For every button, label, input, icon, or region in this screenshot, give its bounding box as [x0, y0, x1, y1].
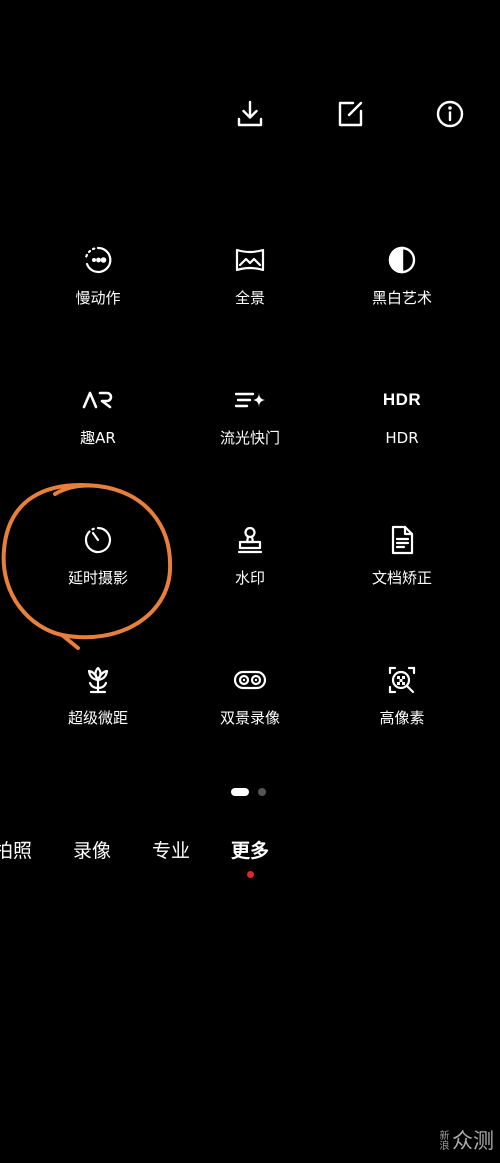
- mode-slow-motion[interactable]: 慢动作: [23, 240, 173, 320]
- light-trail-shutter-icon: [234, 392, 265, 408]
- mode-label: 高像素: [379, 709, 425, 727]
- document-icon: [391, 525, 414, 555]
- download-icon: [237, 100, 263, 127]
- mode-label: 慢动作: [75, 289, 121, 307]
- mode-black-white[interactable]: 黑白艺术: [327, 240, 477, 320]
- mode-label: 全景: [234, 289, 265, 307]
- site-watermark: 新浪 众测: [437, 1125, 494, 1155]
- watermark-stamp-icon: [237, 526, 263, 554]
- mode-watermark[interactable]: 水印: [175, 520, 325, 600]
- page-dot: [258, 788, 266, 796]
- mode-timelapse[interactable]: 延时摄影: [23, 520, 173, 600]
- mode-panorama[interactable]: 全景: [175, 240, 325, 320]
- page-indicator: [231, 788, 266, 796]
- macro-flower-icon: [87, 666, 109, 694]
- black-white-icon: [388, 246, 416, 274]
- edit-button[interactable]: [330, 94, 370, 134]
- mode-dual-view[interactable]: 双景录像: [175, 660, 325, 740]
- watermark-big-text: 众测: [452, 1129, 494, 1153]
- mode-label: 延时摄影: [67, 569, 128, 587]
- mode-hdr[interactable]: HDR HDR: [327, 380, 477, 460]
- timelapse-icon: [84, 526, 112, 554]
- mode-high-pixel[interactable]: 高像素: [327, 660, 477, 740]
- mode-label: 黑白艺术: [371, 289, 432, 307]
- watermark-small-text: 新浪: [437, 1130, 448, 1150]
- ar-icon: [82, 391, 113, 409]
- edit-icon: [338, 101, 363, 127]
- dual-view-icon: [233, 670, 267, 690]
- tab-pro[interactable]: 专业: [152, 838, 190, 864]
- slow-motion-icon: [85, 246, 112, 274]
- mode-label: 趣AR: [80, 429, 116, 447]
- mode-label: 双景录像: [219, 709, 280, 727]
- hdr-icon: HDR: [382, 390, 422, 409]
- download-button[interactable]: [230, 94, 270, 134]
- mode-label: 水印: [234, 569, 265, 587]
- mode-label: 超级微距: [67, 709, 128, 727]
- page-dot-active: [231, 788, 249, 796]
- tab-video[interactable]: 录像: [73, 838, 111, 864]
- info-icon: [436, 100, 464, 128]
- mode-light-trail[interactable]: 流光快门: [175, 380, 325, 460]
- panorama-icon: [235, 248, 265, 272]
- active-tab-indicator: [247, 871, 254, 878]
- tab-more[interactable]: 更多: [231, 838, 269, 864]
- mode-document[interactable]: 文档矫正: [327, 520, 477, 600]
- info-button[interactable]: [430, 94, 470, 134]
- mode-super-macro[interactable]: 超级微距: [23, 660, 173, 740]
- tab-photo[interactable]: 拍照: [0, 838, 32, 864]
- mode-label: HDR: [385, 429, 419, 447]
- mode-label: 文档矫正: [371, 569, 432, 587]
- high-pixel-icon: [388, 666, 416, 694]
- mode-label: 流光快门: [219, 429, 280, 447]
- mode-ar[interactable]: 趣AR: [23, 380, 173, 460]
